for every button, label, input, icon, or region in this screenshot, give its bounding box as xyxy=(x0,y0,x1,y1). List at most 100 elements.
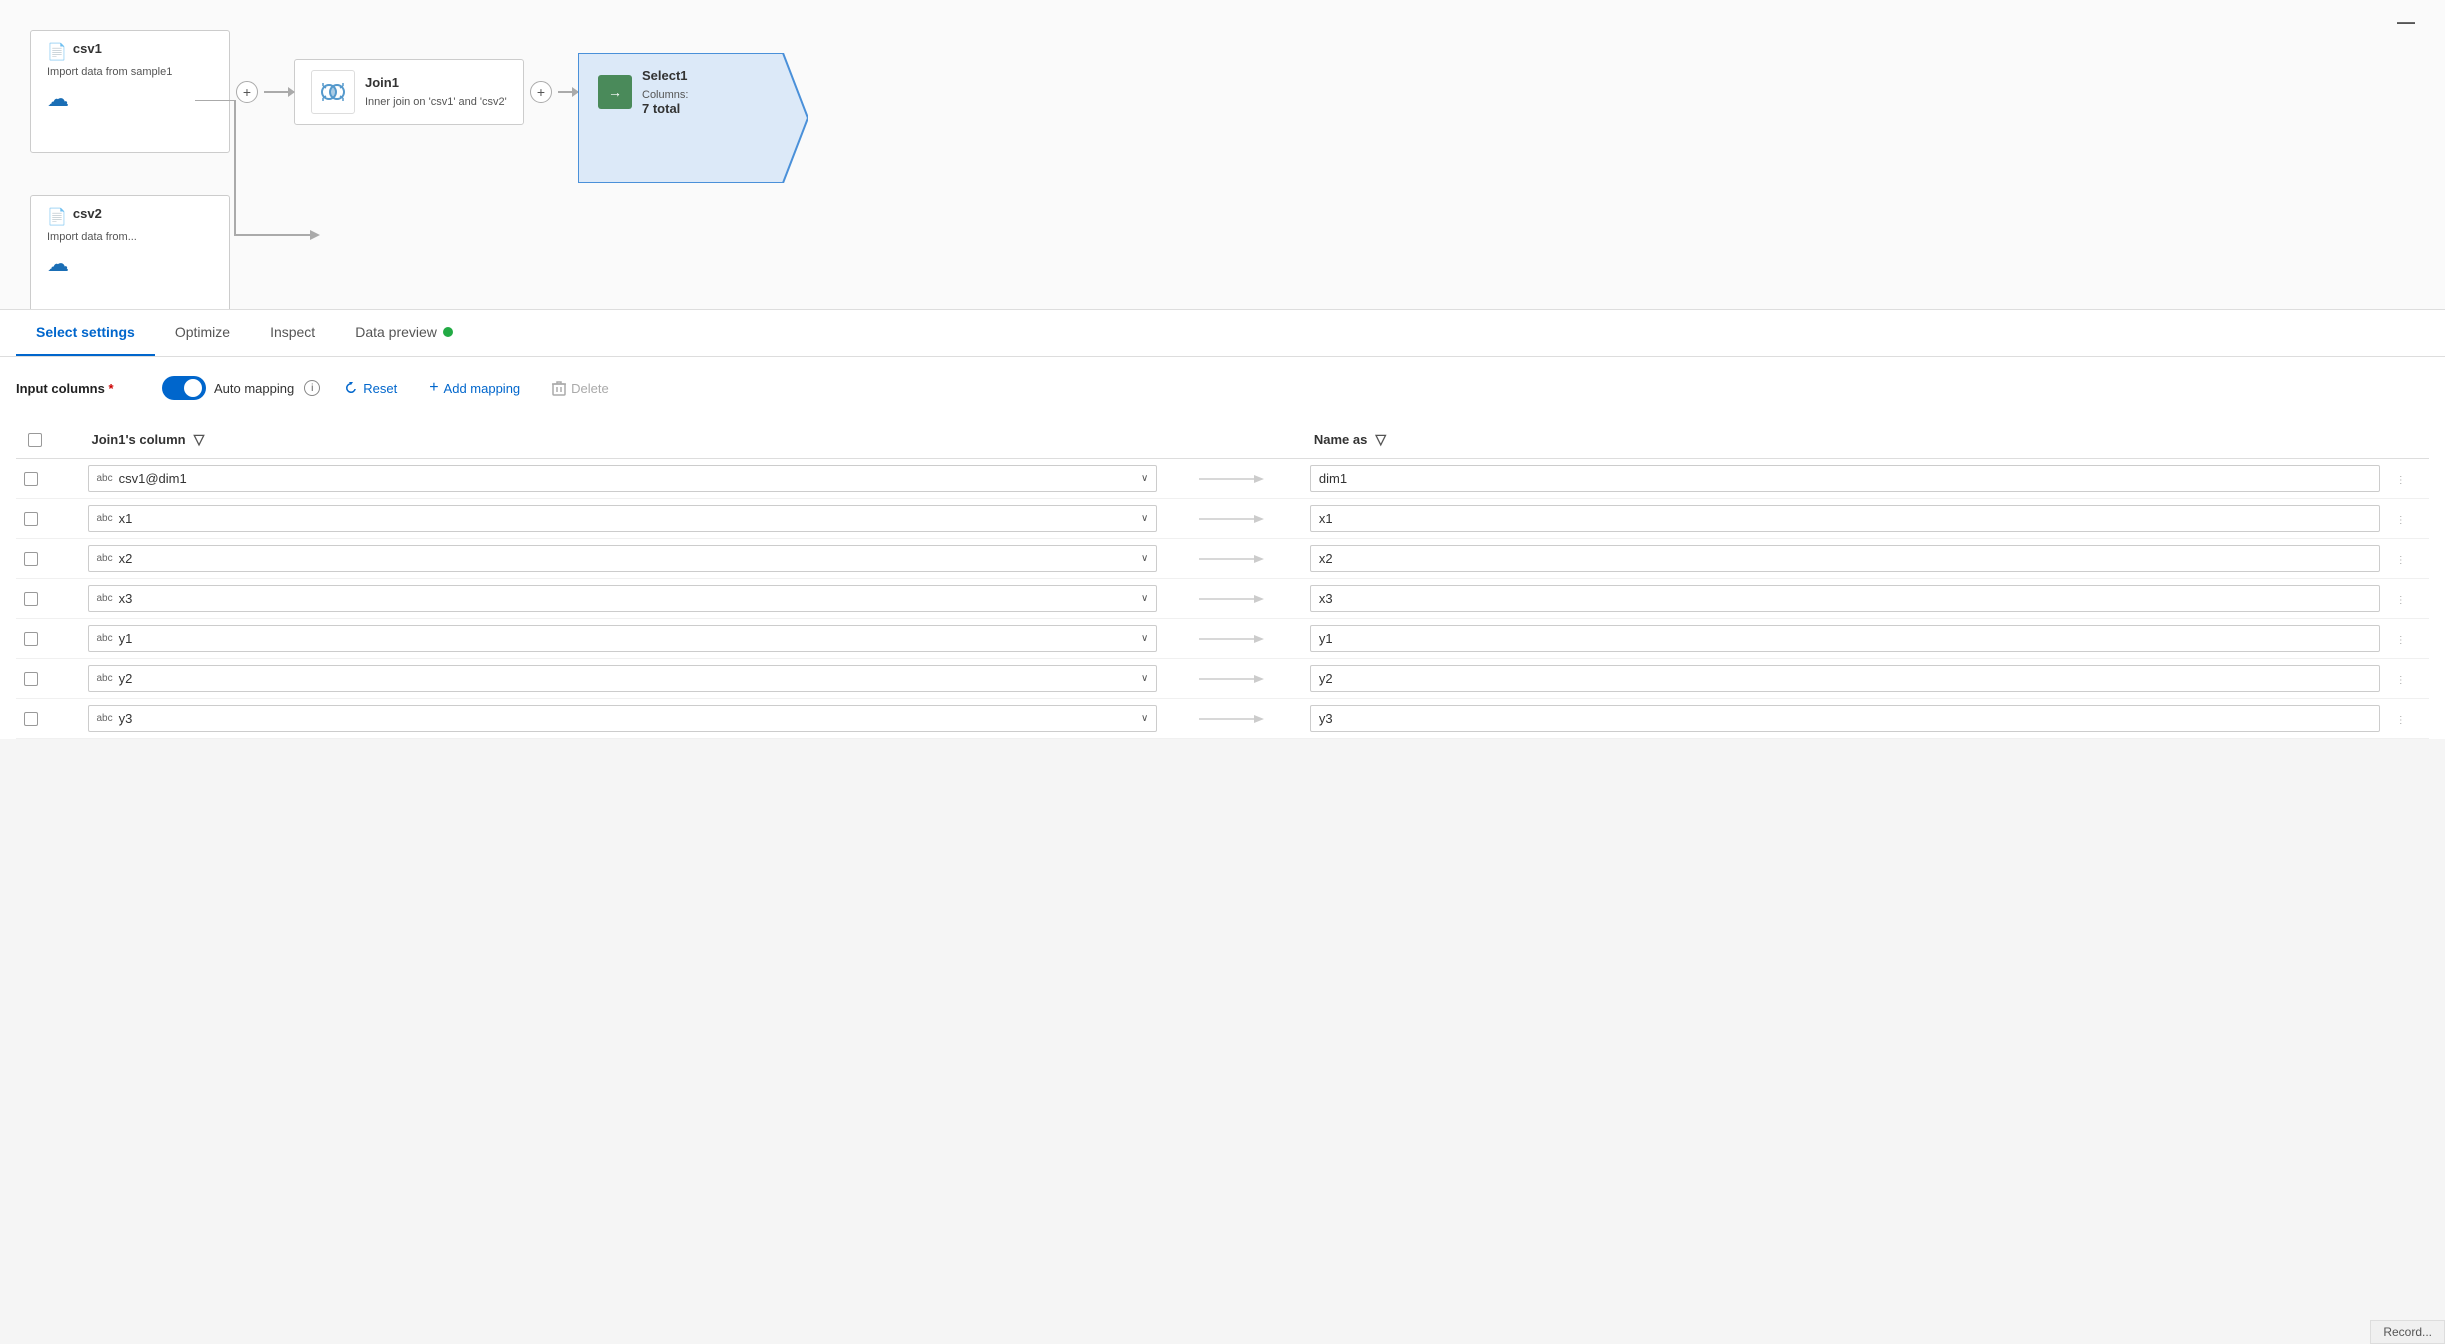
target-input-5[interactable] xyxy=(1310,665,2380,692)
plus-button-2[interactable]: + xyxy=(530,81,552,103)
arrow-map-3 xyxy=(1173,591,1294,607)
source-select-5[interactable]: abc y2 ∨ xyxy=(88,665,1158,692)
table-row: abc csv1@dim1 ∨ ⋮ xyxy=(16,459,2429,499)
join1-subtitle: Inner join on 'csv1' and 'csv2' xyxy=(365,96,507,108)
tab-select-settings[interactable]: Select settings xyxy=(16,310,155,356)
row-checkbox-1[interactable] xyxy=(24,512,38,526)
table-row: abc y2 ∨ ⋮ xyxy=(16,659,2429,699)
reset-button[interactable]: Reset xyxy=(336,377,405,400)
table-row: abc x1 ∨ ⋮ xyxy=(16,499,2429,539)
plus-icon: + xyxy=(429,379,438,397)
target-input-2[interactable] xyxy=(1310,545,2380,572)
tab-bar: Select settings Optimize Inspect Data pr… xyxy=(0,310,2445,357)
source-value-1: x1 xyxy=(119,511,133,526)
target-input-0[interactable] xyxy=(1310,465,2380,492)
source-filter-icon[interactable]: ▽ xyxy=(194,431,205,448)
header-arrow xyxy=(1165,421,1302,459)
csv1-title: csv1 xyxy=(73,41,102,56)
target-filter-icon[interactable]: ▽ xyxy=(1375,431,1386,448)
csv2-subtitle: Import data from... xyxy=(47,231,213,243)
delete-icon xyxy=(552,380,566,396)
source-select-2[interactable]: abc x2 ∨ xyxy=(88,545,1158,572)
target-input-1[interactable] xyxy=(1310,505,2380,532)
row-checkbox-2[interactable] xyxy=(24,552,38,566)
arrow-map-1 xyxy=(1173,511,1294,527)
source-select-1[interactable]: abc x1 ∨ xyxy=(88,505,1158,532)
target-input-3[interactable] xyxy=(1310,585,2380,612)
source-select-4[interactable]: abc y1 ∨ xyxy=(88,625,1158,652)
abc-badge-4: abc xyxy=(97,633,113,644)
table-row: abc y1 ∨ ⋮ xyxy=(16,619,2429,659)
chevron-down-icon-0: ∨ xyxy=(1141,473,1148,484)
csv1-subtitle: Import data from sample1 xyxy=(47,66,213,78)
connector-arrow-1 xyxy=(264,91,294,93)
source-value-3: x3 xyxy=(119,591,133,606)
source-value-6: y3 xyxy=(119,711,133,726)
file-icon-csv2: 📄 xyxy=(47,207,67,227)
arrow-map-6 xyxy=(1173,711,1294,727)
target-input-4[interactable] xyxy=(1310,625,2380,652)
chevron-down-icon-1: ∨ xyxy=(1141,513,1148,524)
info-icon[interactable]: i xyxy=(304,380,320,396)
record-badge: Record... xyxy=(2370,1320,2445,1344)
auto-mapping-label: Auto mapping xyxy=(214,381,294,396)
row-checkbox-0[interactable] xyxy=(24,472,38,486)
chevron-down-icon-2: ∨ xyxy=(1141,553,1148,564)
row-options-0[interactable]: ⋮ xyxy=(2396,475,2406,486)
source-value-2: x2 xyxy=(119,551,133,566)
header-source: Join1's column ▽ xyxy=(80,421,1166,459)
data-preview-dot xyxy=(443,327,453,337)
tab-inspect[interactable]: Inspect xyxy=(250,310,335,356)
toggle-knob xyxy=(184,379,202,397)
minus-button[interactable]: — xyxy=(2397,12,2415,33)
row-options-3[interactable]: ⋮ xyxy=(2396,595,2406,606)
input-columns-section: Input columns * Auto mapping i Reset xyxy=(0,357,2445,739)
tab-optimize[interactable]: Optimize xyxy=(155,310,250,356)
row-checkbox-6[interactable] xyxy=(24,712,38,726)
row-options-6[interactable]: ⋮ xyxy=(2396,715,2406,726)
auto-mapping-toggle[interactable] xyxy=(162,376,206,400)
abc-badge-2: abc xyxy=(97,553,113,564)
auto-mapping-toggle-wrapper: Auto mapping i xyxy=(162,376,320,400)
arrow-map-4 xyxy=(1173,631,1294,647)
mapping-table-container: Join1's column ▽ Name as ▽ xyxy=(16,417,2429,739)
connector-arrow-2 xyxy=(558,91,578,93)
join1-title: Join1 xyxy=(365,75,507,90)
mapping-table: Join1's column ▽ Name as ▽ xyxy=(16,421,2429,739)
row-options-5[interactable]: ⋮ xyxy=(2396,675,2406,686)
join1-node[interactable]: Join1 Inner join on 'csv1' and 'csv2' xyxy=(294,59,524,125)
arrow-map-5 xyxy=(1173,671,1294,687)
row-options-1[interactable]: ⋮ xyxy=(2396,515,2406,526)
delete-button[interactable]: Delete xyxy=(544,376,617,400)
source-select-6[interactable]: abc y3 ∨ xyxy=(88,705,1158,732)
source-value-0: csv1@dim1 xyxy=(119,471,187,486)
row-checkbox-5[interactable] xyxy=(24,672,38,686)
row-options-2[interactable]: ⋮ xyxy=(2396,555,2406,566)
select-icon: → xyxy=(598,75,632,109)
select1-total: 7 total xyxy=(642,101,688,116)
csv2-title: csv2 xyxy=(73,206,102,221)
tab-data-preview[interactable]: Data preview xyxy=(335,310,473,356)
add-mapping-button[interactable]: + Add mapping xyxy=(421,375,528,401)
table-row: abc x3 ∨ ⋮ xyxy=(16,579,2429,619)
target-input-6[interactable] xyxy=(1310,705,2380,732)
table-row: abc x2 ∨ ⋮ xyxy=(16,539,2429,579)
abc-badge-5: abc xyxy=(97,673,113,684)
source-select-0[interactable]: abc csv1@dim1 ∨ xyxy=(88,465,1158,492)
table-row: abc y3 ∨ ⋮ xyxy=(16,699,2429,739)
select1-columns-label: Columns: xyxy=(642,89,688,101)
header-checkbox[interactable] xyxy=(28,433,42,447)
cloud-icon-csv2: ☁ xyxy=(47,251,213,277)
select1-shape xyxy=(578,53,808,183)
cloud-icon-csv1: ☁ xyxy=(47,86,213,112)
chevron-down-icon-3: ∨ xyxy=(1141,593,1148,604)
row-checkbox-4[interactable] xyxy=(24,632,38,646)
row-checkbox-3[interactable] xyxy=(24,592,38,606)
row-options-4[interactable]: ⋮ xyxy=(2396,635,2406,646)
abc-badge-6: abc xyxy=(97,713,113,724)
pipeline-canvas: 📄 csv1 Import data from sample1 ☁ + xyxy=(0,0,2445,310)
header-target: Name as ▽ xyxy=(1302,421,2388,459)
source-select-3[interactable]: abc x3 ∨ xyxy=(88,585,1158,612)
abc-badge-3: abc xyxy=(97,593,113,604)
select1-node-wrapper: → Select1 Columns: 7 total xyxy=(578,68,688,116)
